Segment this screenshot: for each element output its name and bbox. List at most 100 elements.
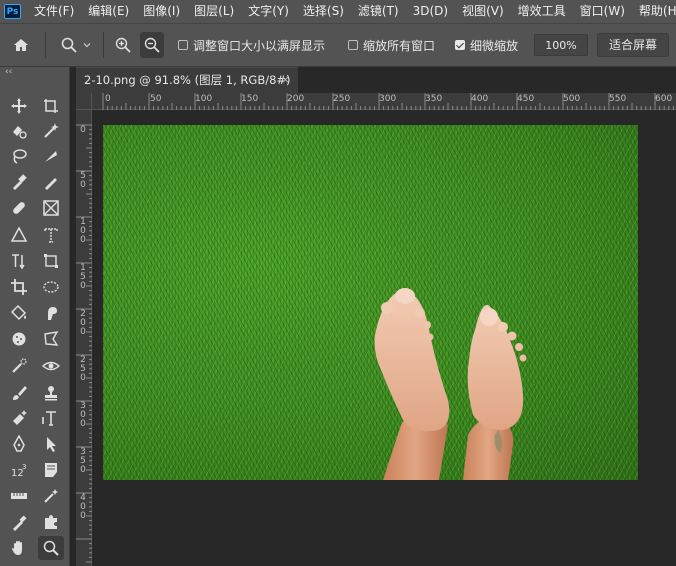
ruler-label: 2 5 0 bbox=[80, 355, 86, 383]
menu-file[interactable]: 文件(F) bbox=[34, 0, 74, 23]
vertical-type-tool[interactable] bbox=[6, 249, 32, 273]
ruler-label: 50 bbox=[150, 94, 162, 104]
red-eye-tool[interactable] bbox=[38, 354, 64, 378]
frame-tool[interactable] bbox=[38, 196, 64, 220]
arrow-cursor-icon bbox=[47, 437, 56, 452]
smudge-tool[interactable] bbox=[38, 301, 64, 325]
count-icon: 123 bbox=[11, 463, 26, 479]
zoom-tool[interactable] bbox=[38, 536, 64, 560]
ruler-label: 3 0 0 bbox=[80, 401, 86, 429]
magic-eraser-icon bbox=[13, 410, 27, 425]
color-sampler-tool[interactable] bbox=[38, 170, 64, 194]
paint-bucket-icon bbox=[10, 304, 27, 321]
scrubby-zoom-option[interactable]: 细微缩放 bbox=[455, 24, 518, 66]
resize-windows-option[interactable]: 调整窗口大小以满屏显示 bbox=[178, 24, 325, 66]
ruler-label: 3 5 0 bbox=[80, 447, 86, 475]
resize-windows-checkbox[interactable] bbox=[178, 40, 188, 50]
menu-3d[interactable]: 3D(D) bbox=[413, 0, 448, 23]
healing-brush-tool[interactable] bbox=[6, 196, 32, 220]
document-image[interactable] bbox=[103, 125, 638, 480]
zoom-percentage-field[interactable]: 100% bbox=[534, 34, 588, 56]
menu-image[interactable]: 图像(I) bbox=[143, 0, 180, 23]
move-tool[interactable] bbox=[6, 94, 32, 118]
home-button[interactable] bbox=[12, 24, 30, 66]
zoom-icon bbox=[61, 37, 77, 53]
ruler-label: 4 0 0 bbox=[80, 493, 86, 521]
perspective-crop-tool[interactable] bbox=[38, 249, 64, 273]
menu-bar: Ps 文件(F) 编辑(E) 图像(I) 图层(L) 文字(Y) 选择(S) 滤… bbox=[0, 0, 676, 23]
menu-layer[interactable]: 图层(L) bbox=[194, 0, 234, 23]
feather-icon bbox=[45, 151, 57, 162]
horizontal-ruler[interactable]: 0 50 100 150 200 250 300 350 400 450 500… bbox=[92, 93, 676, 110]
clone-stamp-tool[interactable] bbox=[38, 381, 64, 405]
ruler-label: 250 bbox=[333, 94, 351, 104]
ruler-label: 200 bbox=[287, 94, 305, 104]
menu-plugins[interactable]: 增效工具 bbox=[518, 0, 566, 23]
path-selection-tool[interactable] bbox=[38, 432, 64, 456]
eye-icon bbox=[42, 361, 60, 371]
magic-wand-sparkle-icon bbox=[44, 489, 58, 503]
puzzle-icon bbox=[45, 515, 57, 529]
ruler-label: 2 0 0 bbox=[80, 309, 86, 337]
ellipse-marquee-icon bbox=[43, 281, 59, 293]
zoom-in-button[interactable] bbox=[114, 24, 132, 66]
ruler-label: 0 bbox=[80, 125, 86, 135]
eyedropper-tool[interactable] bbox=[6, 170, 32, 194]
collapse-panel-icon[interactable]: ‹‹ bbox=[5, 67, 12, 77]
close-tab-icon[interactable]: × bbox=[281, 68, 290, 92]
crop-icon bbox=[11, 279, 27, 295]
magnifier-icon bbox=[43, 540, 59, 556]
zoom-tool-preset[interactable] bbox=[60, 24, 92, 66]
note-icon bbox=[45, 463, 57, 477]
paint-bucket-tool[interactable] bbox=[6, 301, 32, 325]
marquee-brush-tool[interactable] bbox=[6, 119, 32, 143]
count-tool[interactable]: 12 3 bbox=[6, 458, 32, 482]
type-mask-tool[interactable] bbox=[38, 223, 64, 247]
menu-view[interactable]: 视图(V) bbox=[462, 0, 504, 23]
polygonal-lasso-icon bbox=[44, 331, 59, 346]
pen-tool[interactable] bbox=[6, 432, 32, 456]
lasso-icon bbox=[13, 149, 27, 164]
quick-selection-tool[interactable] bbox=[38, 484, 64, 508]
vertical-type-icon bbox=[12, 254, 25, 270]
brush-icon bbox=[13, 386, 27, 400]
ruler-label: 600 bbox=[655, 94, 673, 104]
eraser-tool[interactable] bbox=[6, 406, 32, 430]
zoom-in-icon bbox=[115, 37, 131, 53]
object-selection-tool[interactable] bbox=[38, 119, 64, 143]
menu-list: 文件(F) 编辑(E) 图像(I) 图层(L) 文字(Y) 选择(S) 滤镜(T… bbox=[34, 0, 676, 23]
zoom-all-windows-option[interactable]: 缩放所有窗口 bbox=[348, 24, 435, 66]
puppet-warp-tool[interactable] bbox=[38, 510, 64, 534]
pen-select-tool[interactable] bbox=[38, 144, 64, 168]
fit-screen-button[interactable]: 适合屏幕 bbox=[597, 33, 669, 57]
ruler-origin[interactable] bbox=[76, 93, 92, 110]
menu-window[interactable]: 窗口(W) bbox=[580, 0, 625, 23]
artboard-tool[interactable] bbox=[38, 94, 64, 118]
menu-edit[interactable]: 编辑(E) bbox=[88, 0, 129, 23]
divider bbox=[103, 32, 104, 58]
note-tool[interactable] bbox=[38, 458, 64, 482]
menu-filter[interactable]: 滤镜(T) bbox=[358, 0, 399, 23]
document-tab[interactable]: 2-10.png @ 91.8% (图层 1, RGB/8#) × bbox=[76, 67, 298, 93]
elliptical-marquee-tool[interactable] bbox=[38, 275, 64, 299]
menu-type[interactable]: 文字(Y) bbox=[248, 0, 289, 23]
ruler-tool[interactable] bbox=[6, 484, 32, 508]
menu-help[interactable]: 帮助(H) bbox=[639, 0, 676, 23]
horizontal-type-tool[interactable] bbox=[38, 406, 64, 430]
menu-select[interactable]: 选择(S) bbox=[303, 0, 344, 23]
zoom-out-button[interactable] bbox=[140, 32, 164, 58]
brush-tool[interactable] bbox=[6, 381, 32, 405]
shape-triangle-tool[interactable] bbox=[6, 223, 32, 247]
sponge-tool[interactable] bbox=[6, 327, 32, 351]
bandage-icon bbox=[13, 202, 25, 214]
crop-tool[interactable] bbox=[6, 275, 32, 299]
lasso-tool[interactable] bbox=[6, 144, 32, 168]
vertical-ruler[interactable]: 0 5 0 1 0 0 1 5 0 2 0 0 2 5 0 3 0 0 3 5 … bbox=[76, 110, 92, 566]
color-picker-tool[interactable] bbox=[6, 510, 32, 534]
polygonal-lasso-tool[interactable] bbox=[38, 327, 64, 351]
scrubby-zoom-checkbox[interactable] bbox=[455, 40, 465, 50]
hand-tool[interactable] bbox=[6, 536, 32, 560]
feet-on-grass-photo bbox=[374, 288, 527, 480]
spot-healing-tool[interactable] bbox=[6, 354, 32, 378]
zoom-all-windows-checkbox[interactable] bbox=[348, 40, 358, 50]
